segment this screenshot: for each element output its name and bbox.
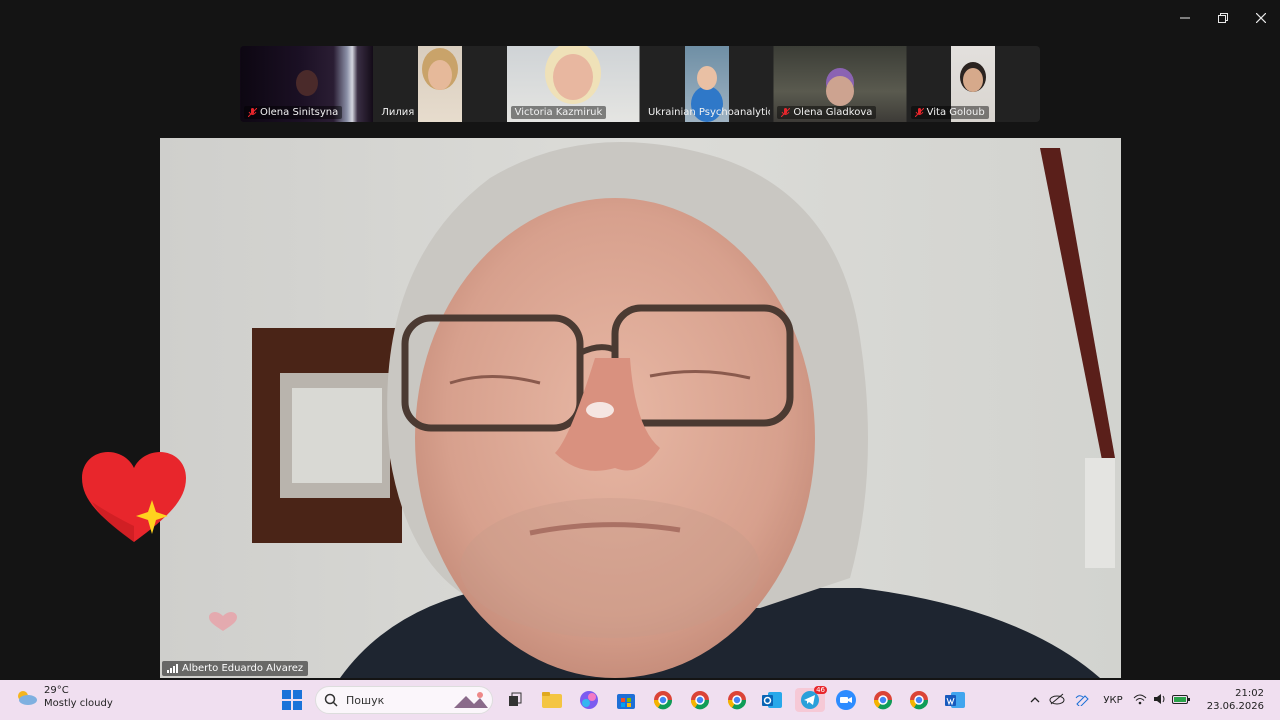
participant-tile[interactable]: Olena Gladkova [773,46,907,122]
chrome-icon [873,691,893,710]
participant-face [295,70,318,96]
participant-tile[interactable]: Vita Goloub [906,46,1040,122]
participant-tile[interactable]: Лилия [373,46,507,122]
mic-muted-icon [247,107,258,118]
active-speaker-video[interactable]: Alberto Eduardo Alvarez [160,138,1121,678]
taskbar: 29°C Mostly cloudy Пошук 46 УКР 21:02 23… [0,680,1280,720]
outlook-button[interactable] [760,688,784,712]
mic-muted-icon [914,107,924,118]
signal-strength-icon [167,664,178,673]
participant-name-tag: Olena Gladkova [777,106,877,119]
word-button[interactable] [943,688,967,712]
participant-tile[interactable]: Ukrainian Psychoanalytic ... [639,46,774,122]
participant-face [963,68,984,92]
chrome-button[interactable] [907,688,931,712]
chrome-icon [909,691,929,710]
participant-name-tag: Лилия [381,107,415,118]
copilot-icon [580,691,598,709]
heart-icon [209,612,237,631]
task-view-icon [509,692,522,706]
minimize-icon [1180,17,1190,19]
pen-icon[interactable] [1070,692,1096,709]
heart-icon [82,452,186,542]
participant-face [696,66,717,90]
wifi-icon[interactable] [1130,693,1150,708]
search-icon [324,693,338,707]
chrome-button[interactable] [651,688,675,712]
restore-icon [1218,13,1228,23]
chrome-button[interactable] [871,688,895,712]
folder-icon [542,692,562,708]
zoom-icon [836,690,856,710]
zoom-button[interactable] [834,688,858,712]
speaker-name-tag: Alberto Eduardo Alvarez [162,661,309,676]
windows-logo-icon [282,690,302,710]
task-view-button[interactable] [503,688,527,712]
chrome-icon [653,691,673,710]
chrome-icon [727,691,747,710]
language-indicator[interactable]: УКР [1096,695,1130,706]
participant-face [825,76,854,106]
telegram-button[interactable]: 46 [795,686,827,712]
participant-name-tag: Vita Goloub [910,106,989,119]
participant-strip: Olena Sinitsyna Лилия Victoria Kazmiruk … [240,46,1040,122]
close-button[interactable] [1242,0,1280,36]
notification-badge: 46 [814,686,827,694]
minimize-button[interactable] [1166,0,1204,36]
chrome-icon [690,691,710,710]
store-button[interactable] [614,688,638,712]
weather-widget[interactable]: 29°C Mostly cloudy [14,684,113,710]
chrome-button[interactable] [725,688,749,712]
speaker-video-frame [160,138,1121,678]
clock[interactable]: 21:02 23.06.2026 [1207,687,1264,713]
participant-name-tag: Olena Sinitsyna [244,106,343,119]
start-button[interactable] [280,688,304,712]
participant-face [427,60,452,90]
onedrive-offline-icon[interactable] [1044,693,1070,708]
participant-tile[interactable]: Olena Sinitsyna [240,46,374,122]
store-icon [617,694,635,709]
restore-button[interactable] [1204,0,1242,36]
chrome-button[interactable] [688,688,712,712]
participant-name-tag: Victoria Kazmiruk [510,106,607,119]
participant-face [553,54,594,100]
word-icon [945,692,965,708]
participant-name-tag: Ukrainian Psychoanalytic ... [647,107,770,118]
battery-icon[interactable] [1170,694,1192,707]
search-highlight-icon [454,692,488,708]
taskbar-search[interactable]: Пошук [315,686,493,714]
mic-muted-icon [780,107,791,118]
outlook-icon [762,692,782,708]
close-icon [1256,13,1266,23]
chevron-up-icon[interactable] [1026,695,1044,706]
file-explorer-button[interactable] [540,688,564,712]
participant-tile[interactable]: Victoria Kazmiruk [506,46,640,122]
cloudy-weather-icon [18,691,37,705]
system-tray: УКР [1026,680,1192,720]
window-controls [1166,0,1280,36]
copilot-button[interactable] [577,688,601,712]
volume-icon[interactable] [1150,693,1170,708]
